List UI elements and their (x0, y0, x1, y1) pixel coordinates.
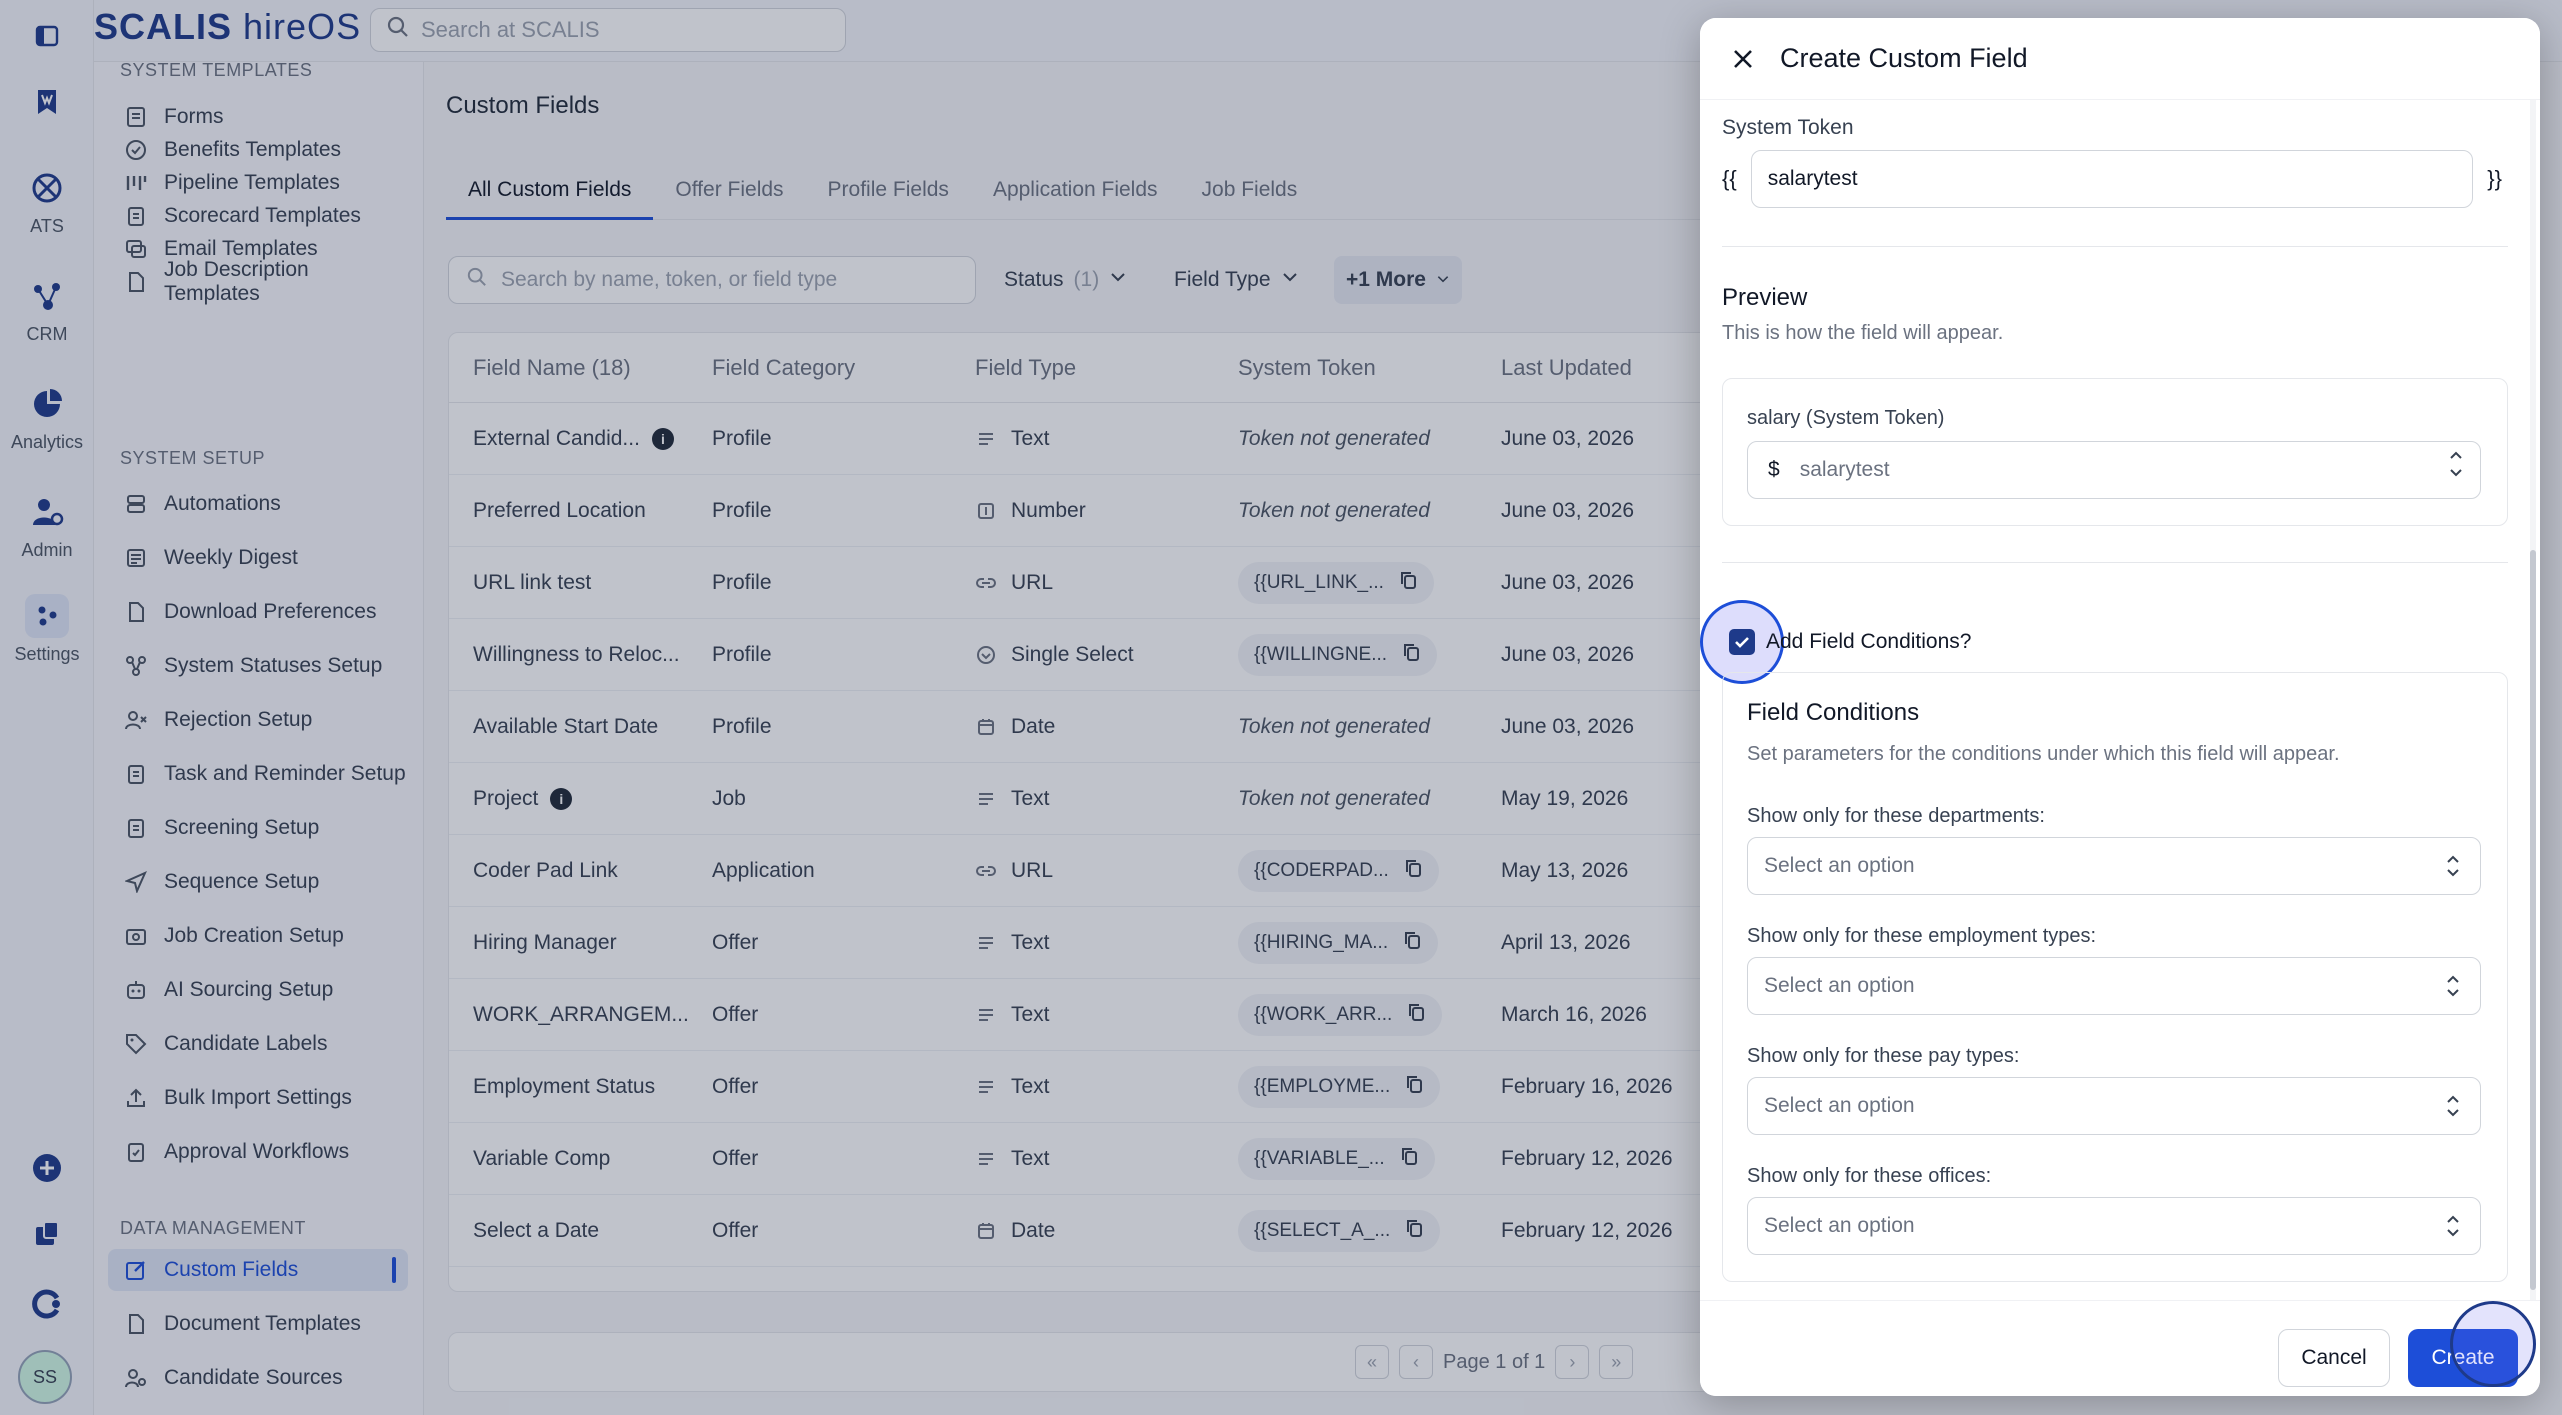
departments-label: Show only for these departments: (1747, 805, 2045, 827)
chevron-up-down-icon (2444, 1212, 2462, 1246)
modal-body: System Token {{ salarytest }} Preview Th… (1700, 100, 2540, 1300)
select-placeholder: Select an option (1764, 1214, 1915, 1237)
chevron-up-down-icon (2444, 852, 2462, 886)
preview-box: salary (System Token) $ salarytest (1722, 378, 2508, 526)
pay-types-select[interactable]: Select an option (1747, 1077, 2481, 1135)
pay-types-label: Show only for these pay types: (1747, 1045, 2020, 1067)
dollar-icon: $ (1768, 458, 1780, 481)
offices-select[interactable]: Select an option (1747, 1197, 2481, 1255)
field-conditions-title: Field Conditions (1747, 699, 1920, 726)
system-token-row: {{ salarytest }} (1722, 150, 2502, 208)
number-stepper[interactable] (2448, 448, 2464, 482)
departments-select[interactable]: Select an option (1747, 837, 2481, 895)
add-field-conditions-label: Add Field Conditions? (1766, 630, 1972, 653)
close-icon[interactable] (1728, 44, 1758, 74)
chevron-up-down-icon (2444, 972, 2462, 1006)
employment-types-label: Show only for these employment types: (1747, 925, 2097, 947)
create-button-focus-ring (2450, 1301, 2536, 1387)
preview-subtitle: This is how the field will appear. (1722, 322, 2004, 344)
preview-field-label: salary (System Token) (1747, 407, 1945, 429)
checkmark-icon (1735, 637, 1749, 648)
modal-footer: Cancel Create (1700, 1300, 2540, 1396)
field-conditions-subtitle: Set parameters for the conditions under … (1747, 743, 2340, 765)
chevron-up-icon[interactable] (2448, 448, 2464, 464)
system-token-label: System Token (1722, 116, 1854, 139)
chevron-down-icon[interactable] (2448, 466, 2464, 482)
cancel-button[interactable]: Cancel (2278, 1329, 2390, 1387)
select-placeholder: Select an option (1764, 854, 1915, 877)
preview-number-input[interactable]: $ salarytest (1747, 441, 2481, 499)
preview-title: Preview (1722, 284, 1808, 311)
divider (1722, 562, 2508, 563)
add-field-conditions-checkbox[interactable] (1729, 629, 1755, 655)
modal-header: Create Custom Field (1700, 18, 2540, 100)
employment-types-select[interactable]: Select an option (1747, 957, 2481, 1015)
preview-input-value: salarytest (1799, 458, 1890, 481)
scrollbar-thumb[interactable] (2530, 550, 2536, 1290)
system-token-value: salarytest (1767, 167, 1858, 190)
create-custom-field-modal: Create Custom Field System Token {{ sala… (1700, 18, 2540, 1396)
divider (1722, 246, 2508, 247)
modal-title: Create Custom Field (1780, 43, 2028, 73)
field-conditions-box: Field Conditions Set parameters for the … (1722, 672, 2508, 1282)
chevron-up-down-icon (2444, 1092, 2462, 1126)
system-token-input[interactable]: salarytest (1750, 150, 2474, 208)
select-placeholder: Select an option (1764, 1094, 1915, 1117)
modal-scrollbar[interactable] (2530, 100, 2536, 1300)
select-placeholder: Select an option (1764, 974, 1915, 997)
token-close-braces: }} (2487, 166, 2502, 191)
token-open-braces: {{ (1722, 166, 1737, 191)
offices-label: Show only for these offices: (1747, 1165, 1992, 1187)
